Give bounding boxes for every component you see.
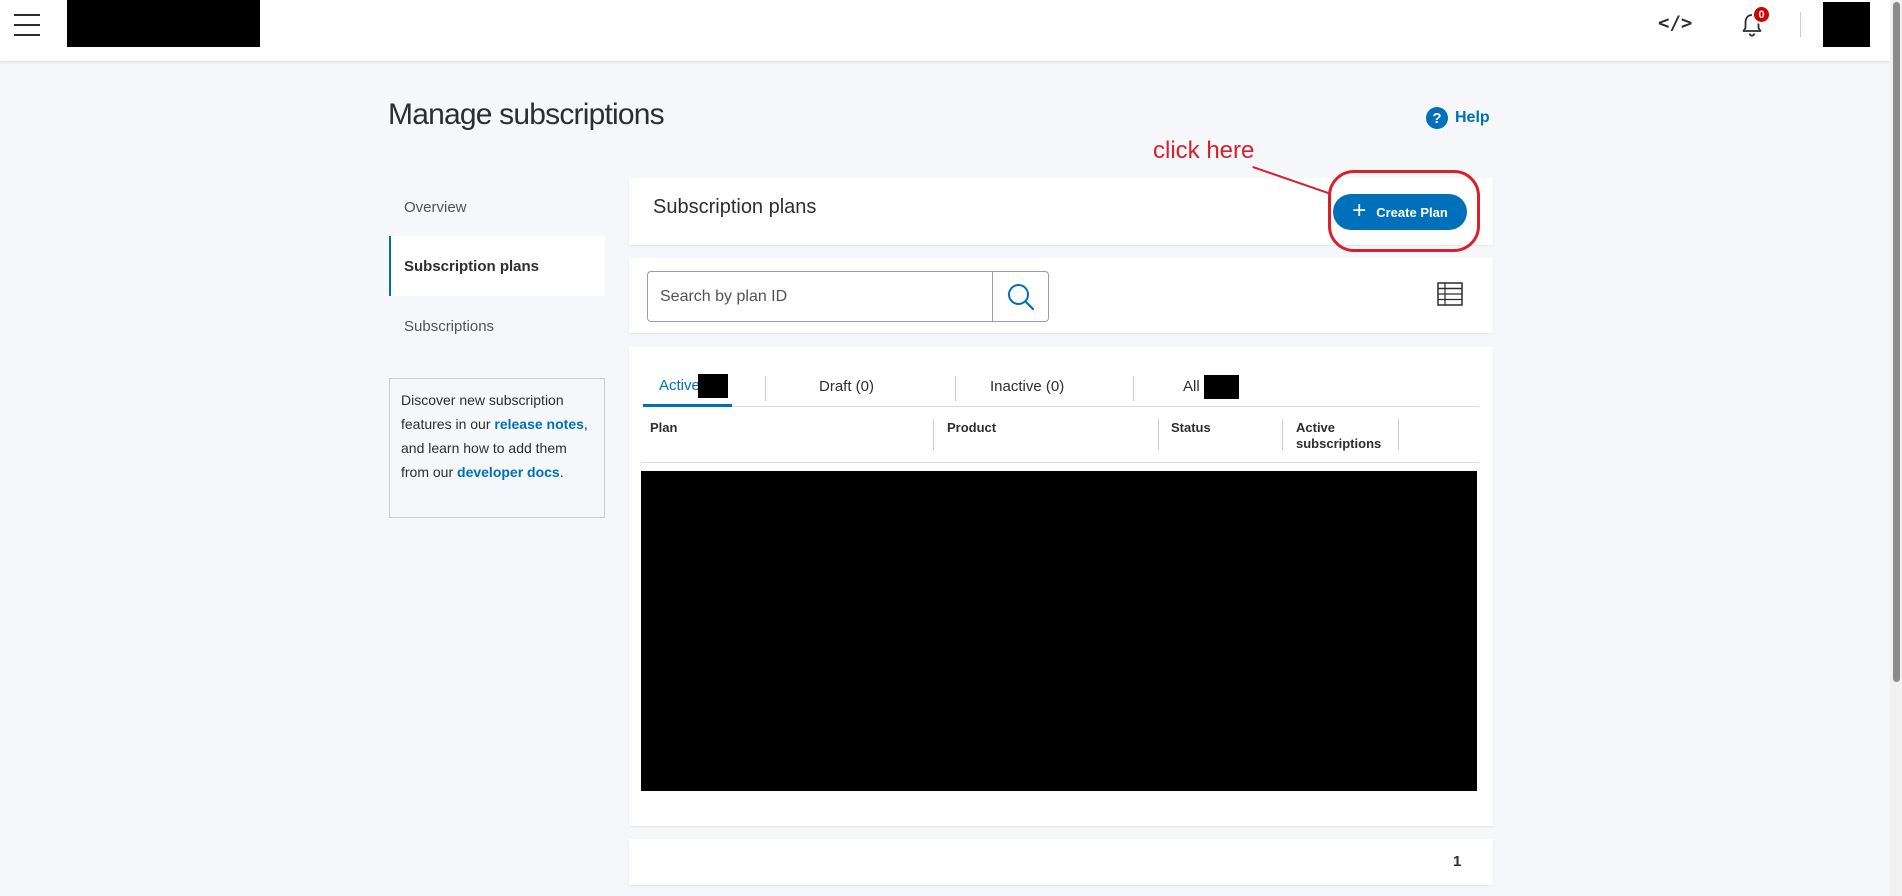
- tab-label: Active: [659, 377, 700, 394]
- tab-label: Draft (0): [819, 378, 875, 395]
- page-title: Manage subscriptions: [388, 98, 665, 131]
- annotation-text: click here: [1153, 137, 1255, 164]
- tab-inactive[interactable]: Inactive (0): [990, 367, 1064, 406]
- tab-all[interactable]: All: [1183, 367, 1239, 406]
- sidebar-item-label: Overview: [404, 198, 467, 216]
- search-input[interactable]: [647, 271, 992, 322]
- tab-divider: [1133, 376, 1134, 401]
- release-notes-link[interactable]: release notes: [494, 416, 584, 432]
- column-divider: [1158, 419, 1159, 450]
- sidebar-item-overview[interactable]: Overview: [389, 177, 605, 237]
- sidebar-item-label: Subscription plans: [404, 257, 540, 275]
- tab-active[interactable]: Active: [643, 367, 732, 407]
- tab-label: All: [1183, 378, 1200, 395]
- table-header-rule: [641, 462, 1479, 463]
- column-divider: [1398, 419, 1399, 450]
- tab-label: Inactive (0): [990, 378, 1065, 395]
- tab-divider: [765, 376, 766, 401]
- search-button[interactable]: [992, 271, 1049, 322]
- help-label: Help: [1455, 109, 1490, 126]
- column-header-product[interactable]: Product: [947, 420, 996, 436]
- page-number-button[interactable]: 1: [1453, 853, 1461, 870]
- account-avatar-redacted[interactable]: [1823, 2, 1870, 47]
- plans-table-card: Active Draft (0) Inactive (0) All Plan P…: [629, 347, 1493, 826]
- page-scrollbar-thumb[interactable]: [1893, 2, 1900, 682]
- column-divider: [1282, 419, 1283, 450]
- column-header-status[interactable]: Status: [1171, 420, 1211, 436]
- tab-count-redacted: [1203, 374, 1239, 399]
- tab-draft[interactable]: Draft (0): [819, 367, 874, 406]
- info-text: .: [559, 464, 564, 480]
- column-header-active-subscriptions[interactable]: Active subscriptions: [1296, 420, 1396, 452]
- release-notes-info-box: Discover new subscription features in ou…: [389, 378, 605, 518]
- header-divider: [1800, 12, 1801, 37]
- sidebar-item-subscriptions[interactable]: Subscriptions: [389, 296, 605, 356]
- tab-count-redacted: [697, 373, 728, 398]
- column-header-plan[interactable]: Plan: [650, 420, 677, 436]
- search-icon: [1007, 283, 1034, 310]
- tab-divider: [955, 376, 956, 401]
- top-header: </> 0: [0, 0, 1902, 61]
- table-view-icon[interactable]: [1437, 282, 1463, 306]
- sidebar-item-subscription-plans[interactable]: Subscription plans: [389, 236, 605, 296]
- column-divider: [933, 419, 934, 450]
- developer-code-icon[interactable]: </>: [1658, 12, 1692, 34]
- notification-count-badge: 0: [1752, 5, 1771, 24]
- annotation-highlight-ring: [1328, 170, 1480, 252]
- status-tabs: Active Draft (0) Inactive (0) All: [643, 367, 1479, 407]
- help-icon: ?: [1426, 107, 1448, 129]
- sidebar-item-label: Subscriptions: [404, 317, 495, 335]
- search-toolbar-card: [629, 258, 1493, 333]
- pagination-card: 1: [629, 839, 1493, 885]
- help-link[interactable]: ? Help: [1426, 107, 1490, 129]
- section-title: Subscription plans: [653, 196, 817, 218]
- hamburger-menu-icon[interactable]: [14, 14, 40, 36]
- table-rows-redacted: [641, 471, 1477, 791]
- logo-redacted: [67, 0, 260, 47]
- developer-docs-link[interactable]: developer docs: [457, 464, 560, 480]
